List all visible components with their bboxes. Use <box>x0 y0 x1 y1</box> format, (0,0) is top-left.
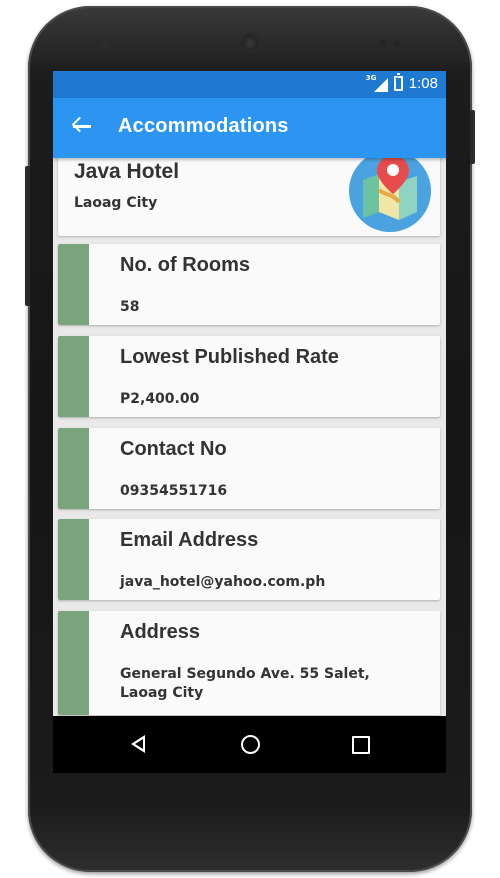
detail-label: No. of Rooms <box>120 254 250 276</box>
details-list[interactable]: Java Hotel Laoag City No. of Rooms 58 Lo… <box>53 158 446 716</box>
detail-label: Email Address <box>120 529 259 551</box>
nav-home-icon[interactable] <box>241 735 260 754</box>
detail-card-email[interactable]: Email Address java_hotel@yahoo.com.ph <box>58 519 440 600</box>
card-accent <box>58 244 89 325</box>
detail-label: Address <box>120 621 201 643</box>
nav-recents-icon[interactable] <box>352 736 370 754</box>
card-accent <box>58 519 89 600</box>
detail-card-rate[interactable]: Lowest Published Rate P2,400.00 <box>58 336 440 417</box>
hotel-city: Laoag City <box>74 195 158 211</box>
page-title: Accommodations <box>118 115 289 137</box>
light-sensor <box>394 40 401 47</box>
status-bar: 3G 1:08 <box>53 71 446 98</box>
detail-label: Lowest Published Rate <box>120 346 339 368</box>
battery-charging-icon <box>393 73 403 91</box>
hotel-name: Java Hotel <box>74 160 180 183</box>
detail-card-contact[interactable]: Contact No 09354551716 <box>58 428 440 509</box>
signal-icon: 3G <box>366 74 388 92</box>
detail-value: General Segundo Ave. 55 Salet, Laoag Cit… <box>120 666 370 701</box>
back-arrow-icon[interactable] <box>71 114 95 138</box>
screen: 3G 1:08 Accommodations Java Hotel Laoag … <box>53 71 446 773</box>
app-bar: Accommodations <box>53 98 446 158</box>
map-icon[interactable] <box>349 158 431 232</box>
power-button <box>470 110 475 164</box>
detail-card-address[interactable]: Address General Segundo Ave. 55 Salet, L… <box>58 611 440 715</box>
card-accent <box>58 428 89 509</box>
card-accent <box>58 336 89 417</box>
earpiece-speaker <box>240 33 260 53</box>
nav-back-icon-inner <box>135 739 143 749</box>
detail-value: 09354551716 <box>120 483 228 499</box>
volume-button <box>25 166 30 306</box>
detail-value: P2,400.00 <box>120 391 200 407</box>
navigation-bar <box>53 716 446 773</box>
clock: 1:08 <box>408 75 438 92</box>
proximity-sensor <box>380 40 387 47</box>
front-camera <box>101 41 109 49</box>
detail-value: java_hotel@yahoo.com.ph <box>120 574 326 590</box>
hotel-header-card: Java Hotel Laoag City <box>58 158 440 236</box>
card-accent <box>58 611 89 715</box>
detail-label: Contact No <box>120 438 227 460</box>
detail-value: 58 <box>120 299 140 315</box>
detail-card-rooms[interactable]: No. of Rooms 58 <box>58 244 440 325</box>
